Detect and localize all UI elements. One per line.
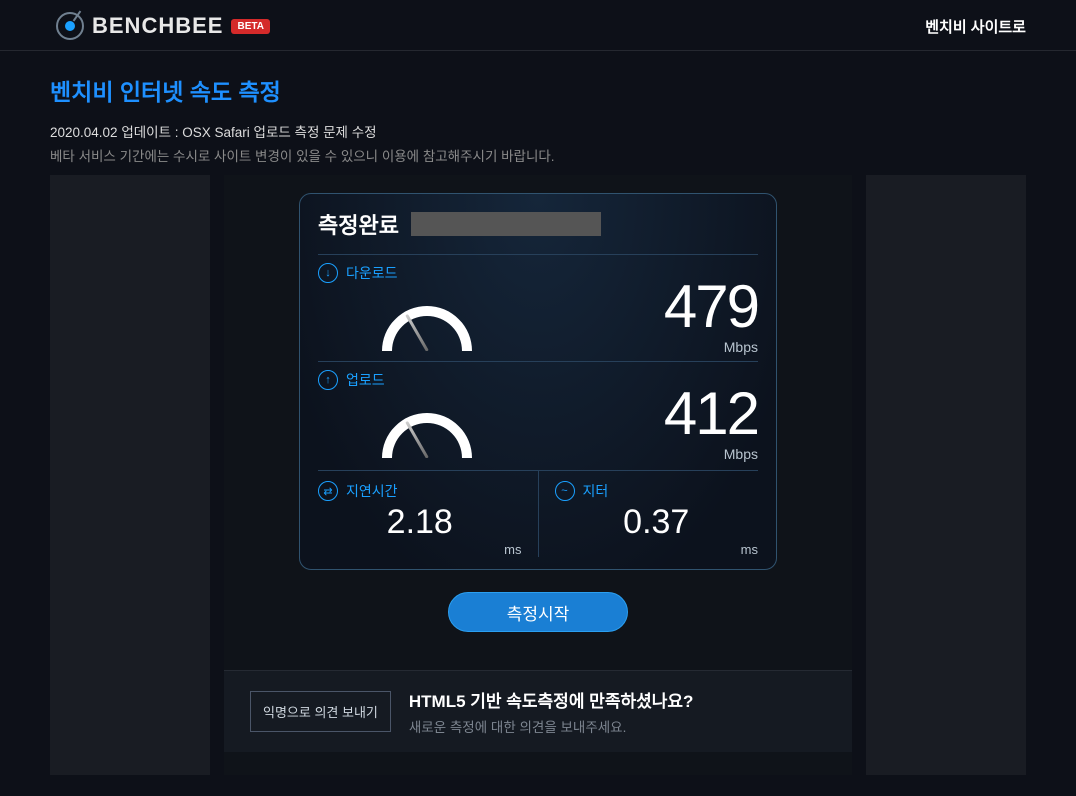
upload-unit: Mbps — [512, 446, 758, 462]
status-text: 측정완료 — [318, 208, 399, 240]
jitter-value: 0.37 — [555, 503, 759, 542]
download-section: ↓ 다운로드 479 Mbps — [318, 254, 758, 355]
main-panel: 측정완료 ↓ 다운로드 479 Mbps — [224, 175, 852, 775]
feedback-texts: HTML5 기반 속도측정에 만족하셨나요? 새로운 측정에 대한 의견을 보내… — [409, 687, 694, 736]
gauge-logo-icon — [56, 12, 84, 40]
start-button[interactable]: 측정시작 — [448, 592, 628, 632]
feedback-button[interactable]: 익명으로 의견 보내기 — [250, 691, 391, 732]
content: 벤치비 인터넷 속도 측정 2020.04.02 업데이트 : OSX Safa… — [0, 51, 1076, 775]
download-value-block: 479 Mbps — [512, 277, 758, 355]
upload-gauge-row: 412 Mbps — [318, 384, 758, 462]
latency-unit: ms — [318, 542, 522, 557]
upload-section: ↑ 업로드 412 Mbps — [318, 361, 758, 462]
brand-name: BENCHBEE — [92, 13, 223, 39]
status-row: 측정완료 — [318, 208, 758, 240]
jitter-label: 지터 — [583, 481, 609, 501]
upload-value: 412 — [512, 384, 758, 444]
download-unit: Mbps — [512, 339, 758, 355]
header: BENCHBEE BETA 벤치비 사이트로 — [0, 0, 1076, 51]
latency-label-row: ⇄ 지연시간 — [318, 481, 522, 501]
site-link[interactable]: 벤치비 사이트로 — [925, 16, 1026, 37]
feedback-subtitle: 새로운 측정에 대한 의견을 보내주세요. — [409, 716, 694, 736]
logo-group: BENCHBEE BETA — [56, 12, 270, 40]
small-metrics: ⇄ 지연시간 2.18 ms ~ 지터 0.37 ms — [318, 470, 758, 557]
latency-label: 지연시간 — [346, 481, 398, 501]
jitter-icon: ~ — [555, 481, 575, 501]
update-notice: 2020.04.02 업데이트 : OSX Safari 업로드 측정 문제 수… — [50, 121, 1026, 141]
jitter-label-row: ~ 지터 — [555, 481, 759, 501]
latency-value: 2.18 — [318, 503, 522, 542]
download-gauge-row: 479 Mbps — [318, 277, 758, 355]
ip-masked-box — [411, 212, 601, 236]
beta-badge: BETA — [231, 19, 269, 34]
beta-notice: 베타 서비스 기간에는 수시로 사이트 변경이 있을 수 있으니 이용에 참고해… — [50, 145, 1026, 165]
feedback-title: HTML5 기반 속도측정에 만족하셨나요? — [409, 687, 694, 712]
latency-section: ⇄ 지연시간 2.18 ms — [318, 471, 539, 557]
three-column-layout: 측정완료 ↓ 다운로드 479 Mbps — [50, 175, 1026, 775]
left-ad-slot — [50, 175, 210, 775]
upload-value-block: 412 Mbps — [512, 384, 758, 462]
result-card: 측정완료 ↓ 다운로드 479 Mbps — [299, 193, 777, 570]
right-ad-slot — [866, 175, 1026, 775]
jitter-unit: ms — [555, 542, 759, 557]
download-icon: ↓ — [318, 263, 338, 283]
download-value: 479 — [512, 277, 758, 337]
upload-icon: ↑ — [318, 370, 338, 390]
download-label: 다운로드 — [346, 263, 398, 283]
upload-gauge-icon — [368, 388, 488, 458]
download-gauge-icon — [368, 281, 488, 351]
upload-label: 업로드 — [346, 370, 385, 390]
page-title: 벤치비 인터넷 속도 측정 — [50, 73, 1026, 107]
latency-icon: ⇄ — [318, 481, 338, 501]
jitter-section: ~ 지터 0.37 ms — [539, 471, 759, 557]
feedback-bar: 익명으로 의견 보내기 HTML5 기반 속도측정에 만족하셨나요? 새로운 측… — [224, 670, 852, 752]
